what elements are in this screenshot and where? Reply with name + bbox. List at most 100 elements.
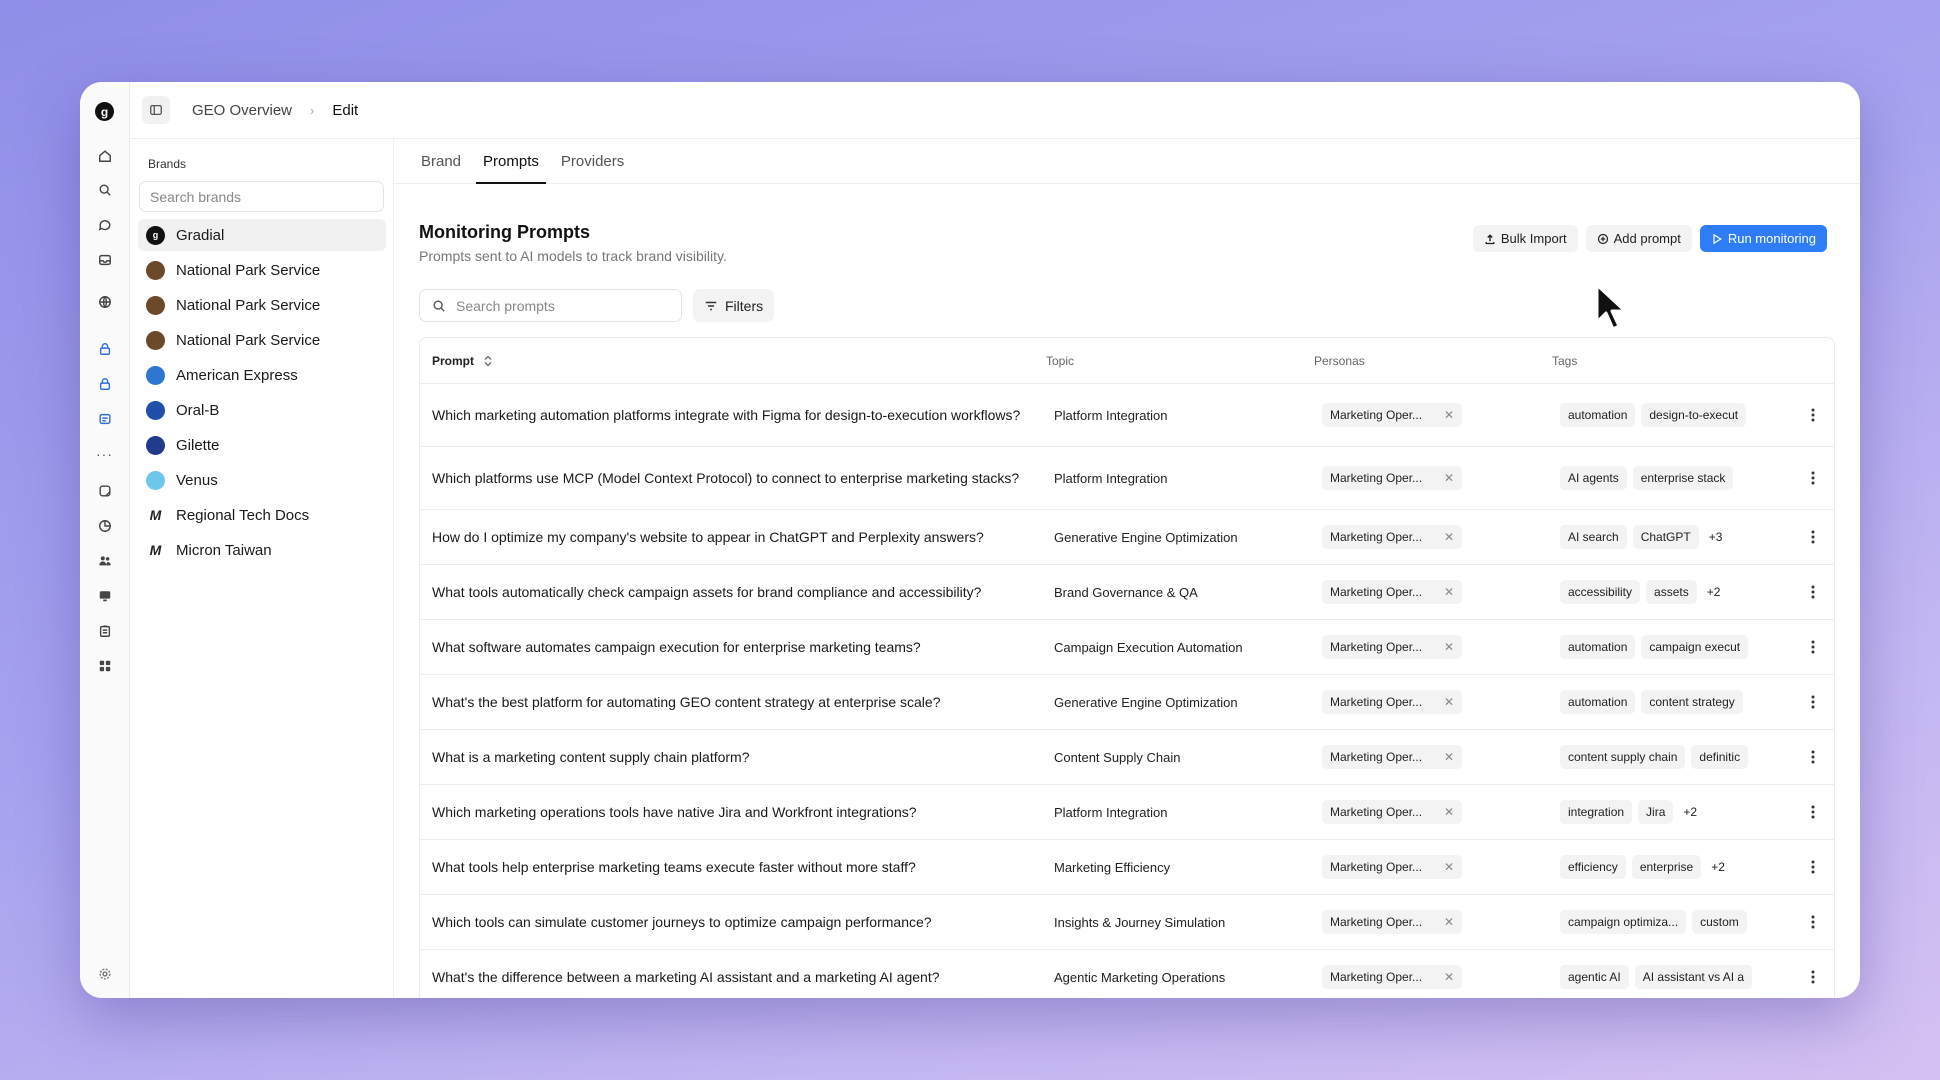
brand-avatar: [146, 330, 165, 350]
table-row[interactable]: What is a marketing content supply chain…: [420, 730, 1834, 785]
persona-chip-label: Marketing Oper...: [1330, 860, 1423, 874]
row-menu-button[interactable]: [1803, 384, 1823, 446]
brand-item[interactable]: National Park Service: [138, 289, 386, 321]
apps-icon[interactable]: [96, 657, 113, 674]
run-monitoring-button[interactable]: Run monitoring: [1699, 225, 1827, 252]
row-menu-button[interactable]: [1803, 620, 1823, 674]
tag-chip: design-to-execut: [1641, 403, 1747, 427]
lock-icon[interactable]: [96, 340, 113, 357]
plus-circle-icon: [1597, 233, 1608, 244]
persona-chip-label: Marketing Oper...: [1330, 408, 1423, 422]
tag-chip: ChatGPT: [1632, 525, 1699, 549]
tag-chip: automation: [1560, 690, 1636, 714]
topic-cell: Platform Integration: [1054, 470, 1168, 486]
persona-cell: Marketing Oper... ✕: [1322, 447, 1462, 509]
monitor-icon[interactable]: [96, 587, 113, 604]
row-menu-button[interactable]: [1803, 675, 1823, 729]
row-menu-button[interactable]: [1803, 785, 1823, 839]
row-menu-button[interactable]: [1803, 895, 1823, 949]
close-icon[interactable]: ✕: [1444, 471, 1454, 485]
row-menu-button[interactable]: [1803, 950, 1823, 998]
close-icon[interactable]: ✕: [1444, 408, 1454, 422]
topic-cell: Campaign Execution Automation: [1054, 639, 1243, 655]
brand-item[interactable]: National Park Service: [138, 324, 386, 356]
app-logo[interactable]: g: [95, 102, 114, 121]
close-icon[interactable]: ✕: [1444, 695, 1454, 709]
tab-brand[interactable]: Brand: [414, 139, 468, 184]
brand-avatar: M: [146, 540, 165, 560]
brand-item[interactable]: M Regional Tech Docs: [138, 499, 386, 531]
row-menu-button[interactable]: [1803, 840, 1823, 894]
add-prompt-button[interactable]: Add prompt: [1585, 225, 1692, 252]
chat-icon[interactable]: [96, 216, 113, 233]
sticker-icon[interactable]: [96, 482, 113, 499]
persona-chip: Marketing Oper... ✕: [1322, 466, 1462, 490]
kebab-icon: [1811, 695, 1815, 709]
row-menu-button[interactable]: [1803, 565, 1823, 619]
toolbar-actions: Bulk Import Add prompt Run monitoring: [1472, 225, 1827, 252]
filter-icon: [705, 301, 717, 310]
search-icon[interactable]: [96, 181, 113, 198]
page-title: Monitoring Prompts: [419, 222, 590, 242]
sidebar-toggle-button[interactable]: [142, 96, 170, 124]
icon-rail: g ···: [80, 82, 130, 998]
brand-item-label: National Park Service: [176, 331, 321, 349]
row-menu-button[interactable]: [1803, 447, 1823, 509]
topic-cell: Agentic Marketing Operations: [1054, 969, 1226, 985]
close-icon[interactable]: ✕: [1444, 530, 1454, 544]
brand-search-input[interactable]: [139, 181, 384, 212]
close-icon[interactable]: ✕: [1444, 915, 1454, 929]
bulk-import-button[interactable]: Bulk Import: [1472, 225, 1578, 252]
people-icon[interactable]: [96, 552, 113, 569]
more-icon[interactable]: ···: [96, 445, 113, 462]
row-menu-button[interactable]: [1803, 510, 1823, 564]
prompt-column-header[interactable]: Prompt: [432, 338, 493, 384]
brand-item[interactable]: g Gradial: [138, 219, 386, 251]
brand-item[interactable]: Oral-B: [138, 394, 386, 426]
close-icon[interactable]: ✕: [1444, 640, 1454, 654]
prompt-search-input[interactable]: [456, 297, 656, 314]
close-icon[interactable]: ✕: [1444, 585, 1454, 599]
breadcrumb-parent[interactable]: GEO Overview: [192, 102, 292, 119]
tab-providers[interactable]: Providers: [554, 139, 631, 184]
table-row[interactable]: Which platforms use MCP (Model Context P…: [420, 447, 1834, 510]
brand-item[interactable]: Gilette: [138, 429, 386, 461]
brand-item[interactable]: M Micron Taiwan: [138, 534, 386, 566]
table-row[interactable]: What tools help enterprise marketing tea…: [420, 840, 1834, 895]
globe-icon[interactable]: [96, 293, 113, 310]
brand-item[interactable]: National Park Service: [138, 254, 386, 286]
row-menu-button[interactable]: [1803, 730, 1823, 784]
brand-item[interactable]: Venus: [138, 464, 386, 496]
tag-chip: AI assistant vs AI a: [1634, 965, 1753, 989]
pages-icon[interactable]: [96, 410, 113, 427]
filters-button[interactable]: Filters: [693, 289, 775, 322]
table-row[interactable]: What tools automatically check campaign …: [420, 565, 1834, 620]
persona-cell: Marketing Oper... ✕: [1322, 730, 1462, 784]
close-icon[interactable]: ✕: [1444, 860, 1454, 874]
inbox-icon[interactable]: [96, 251, 113, 268]
tab-bar: Brand Prompts Providers: [394, 139, 1860, 184]
table-row[interactable]: What's the difference between a marketin…: [420, 950, 1834, 998]
pie-chart-icon[interactable]: [96, 517, 113, 534]
brand-avatar: g: [146, 225, 165, 245]
home-icon[interactable]: [96, 147, 113, 164]
persona-cell: Marketing Oper... ✕: [1322, 620, 1462, 674]
persona-chip: Marketing Oper... ✕: [1322, 855, 1462, 879]
lock-icon[interactable]: [96, 375, 113, 392]
table-row[interactable]: What software automates campaign executi…: [420, 620, 1834, 675]
tab-prompts[interactable]: Prompts: [476, 139, 546, 184]
close-icon[interactable]: ✕: [1444, 805, 1454, 819]
close-icon[interactable]: ✕: [1444, 750, 1454, 764]
prompt-cell: Which marketing operations tools have na…: [432, 804, 917, 820]
table-row[interactable]: Which marketing automation platforms int…: [420, 384, 1834, 447]
persona-chip-label: Marketing Oper...: [1330, 695, 1423, 709]
brand-item[interactable]: American Express: [138, 359, 386, 391]
table-row[interactable]: Which tools can simulate customer journe…: [420, 895, 1834, 950]
table-row[interactable]: How do I optimize my company's website t…: [420, 510, 1834, 565]
page-subtitle: Prompts sent to AI models to track brand…: [419, 248, 727, 264]
clipboard-icon[interactable]: [96, 622, 113, 639]
table-row[interactable]: What's the best platform for automating …: [420, 675, 1834, 730]
close-icon[interactable]: ✕: [1444, 970, 1454, 984]
table-row[interactable]: Which marketing operations tools have na…: [420, 785, 1834, 840]
settings-icon[interactable]: [96, 965, 113, 982]
